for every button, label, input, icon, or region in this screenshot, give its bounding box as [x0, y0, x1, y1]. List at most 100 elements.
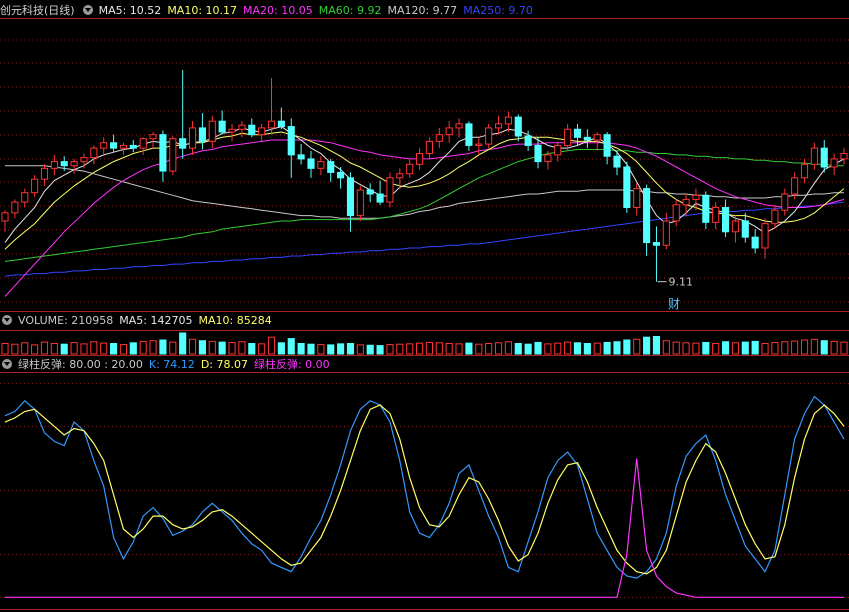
- candle-body: [494, 123, 503, 129]
- volume-ma5-label: MA5: 142705: [119, 314, 193, 327]
- main-chart-header: 创元科技(日线) MA5: 10.52 MA10: 10.17 MA20: 10.05…: [0, 2, 539, 20]
- volume-bar: [593, 342, 601, 355]
- candle-body: [376, 193, 384, 203]
- candle-body: [751, 236, 759, 249]
- volume-bar: [149, 340, 157, 355]
- candle-body: [613, 155, 621, 168]
- volume-bar: [682, 342, 690, 355]
- candle-body: [11, 201, 19, 214]
- candle-body: [1, 212, 9, 222]
- candle-body: [425, 140, 433, 155]
- volume-bar: [643, 336, 651, 355]
- candle-body: [771, 209, 779, 225]
- indicator-name[interactable]: 绿柱反弹: [18, 358, 62, 371]
- candle-body: [465, 123, 473, 146]
- volume-bar: [218, 341, 226, 355]
- volume-bar: [179, 332, 187, 355]
- background: [0, 0, 849, 612]
- volume-bar: [337, 343, 345, 355]
- volume-bar: [554, 342, 562, 355]
- volume-bar: [721, 341, 730, 355]
- volume-bar: [800, 339, 809, 355]
- volume-bar: [90, 341, 98, 355]
- volume-bar: [139, 340, 147, 355]
- volume-bar: [406, 343, 414, 355]
- candle-body: [258, 127, 266, 136]
- volume-bar: [238, 341, 246, 355]
- low-price-label: 9.11: [668, 276, 693, 289]
- volume-bar: [741, 341, 749, 355]
- candle-body: [129, 144, 137, 149]
- volume-bar: [11, 343, 19, 355]
- volume-bar: [416, 342, 424, 355]
- candle-body: [169, 138, 177, 172]
- candle-body: [830, 158, 838, 168]
- volume-bar: [188, 338, 197, 355]
- candle-body: [643, 188, 651, 244]
- volume-bar: [297, 343, 305, 355]
- candle-body: [633, 188, 641, 208]
- volume-bar: [307, 343, 315, 355]
- candle-body: [445, 127, 453, 136]
- candle-body: [712, 206, 720, 223]
- candle-body: [672, 204, 680, 222]
- volume-bar: [455, 343, 463, 355]
- volume-label: VOLUME: 210958: [18, 314, 114, 327]
- volume-bar: [356, 344, 364, 355]
- candle-body: [721, 206, 730, 233]
- volume-bar: [50, 343, 58, 355]
- candle-body: [820, 147, 828, 168]
- volume-bar: [702, 341, 710, 355]
- candle-body: [504, 116, 512, 125]
- candle-body: [761, 223, 769, 249]
- volume-bar: [564, 341, 572, 355]
- candle-body: [416, 153, 424, 165]
- volume-bar: [327, 344, 335, 355]
- candle-body: [119, 144, 128, 149]
- volume-bar: [573, 342, 582, 355]
- candle-body: [139, 138, 147, 149]
- candle-body: [781, 193, 789, 211]
- ma60-label: MA60: 9.92: [318, 4, 382, 17]
- candle-body: [356, 189, 364, 217]
- candle-body: [70, 161, 78, 167]
- main-chart-title[interactable]: 创元科技(日线): [0, 4, 75, 17]
- volume-bar: [21, 342, 29, 355]
- candle-body: [573, 128, 582, 138]
- volume-bar: [70, 341, 78, 355]
- chevron-down-icon[interactable]: [82, 5, 93, 15]
- candle-body: [90, 147, 98, 159]
- candle-body: [218, 120, 226, 133]
- candle-body: [534, 144, 542, 163]
- volume-bar: [31, 344, 39, 355]
- chevron-down-icon[interactable]: [2, 359, 12, 369]
- volume-bar: [504, 341, 512, 355]
- volume-bar: [781, 341, 789, 355]
- candle-body: [337, 171, 345, 179]
- candle-body: [297, 154, 305, 160]
- candle-body: [179, 138, 187, 149]
- volume-bar: [840, 341, 848, 355]
- volume-bar: [80, 343, 88, 355]
- volume-bar: [267, 336, 276, 355]
- volume-bar: [258, 343, 266, 355]
- candle-body: [267, 120, 276, 129]
- candle-body: [188, 127, 197, 149]
- candle-body: [810, 147, 818, 165]
- candle-body: [731, 220, 739, 233]
- volume-bar: [524, 343, 532, 355]
- chart-canvas[interactable]: 9.11 财: [0, 0, 849, 612]
- candle-body: [208, 120, 216, 142]
- chevron-down-icon[interactable]: [2, 315, 12, 325]
- candle-body: [475, 143, 483, 146]
- volume-bar: [534, 341, 542, 355]
- candle-body: [396, 173, 404, 179]
- volume-bar: [1, 343, 9, 355]
- volume-bar: [771, 341, 779, 355]
- candle-body: [60, 161, 68, 167]
- volume-bar: [169, 341, 177, 355]
- volume-bar: [692, 342, 700, 355]
- candle-body: [603, 134, 611, 157]
- volume-bar: [159, 339, 167, 355]
- candle-body: [564, 128, 572, 146]
